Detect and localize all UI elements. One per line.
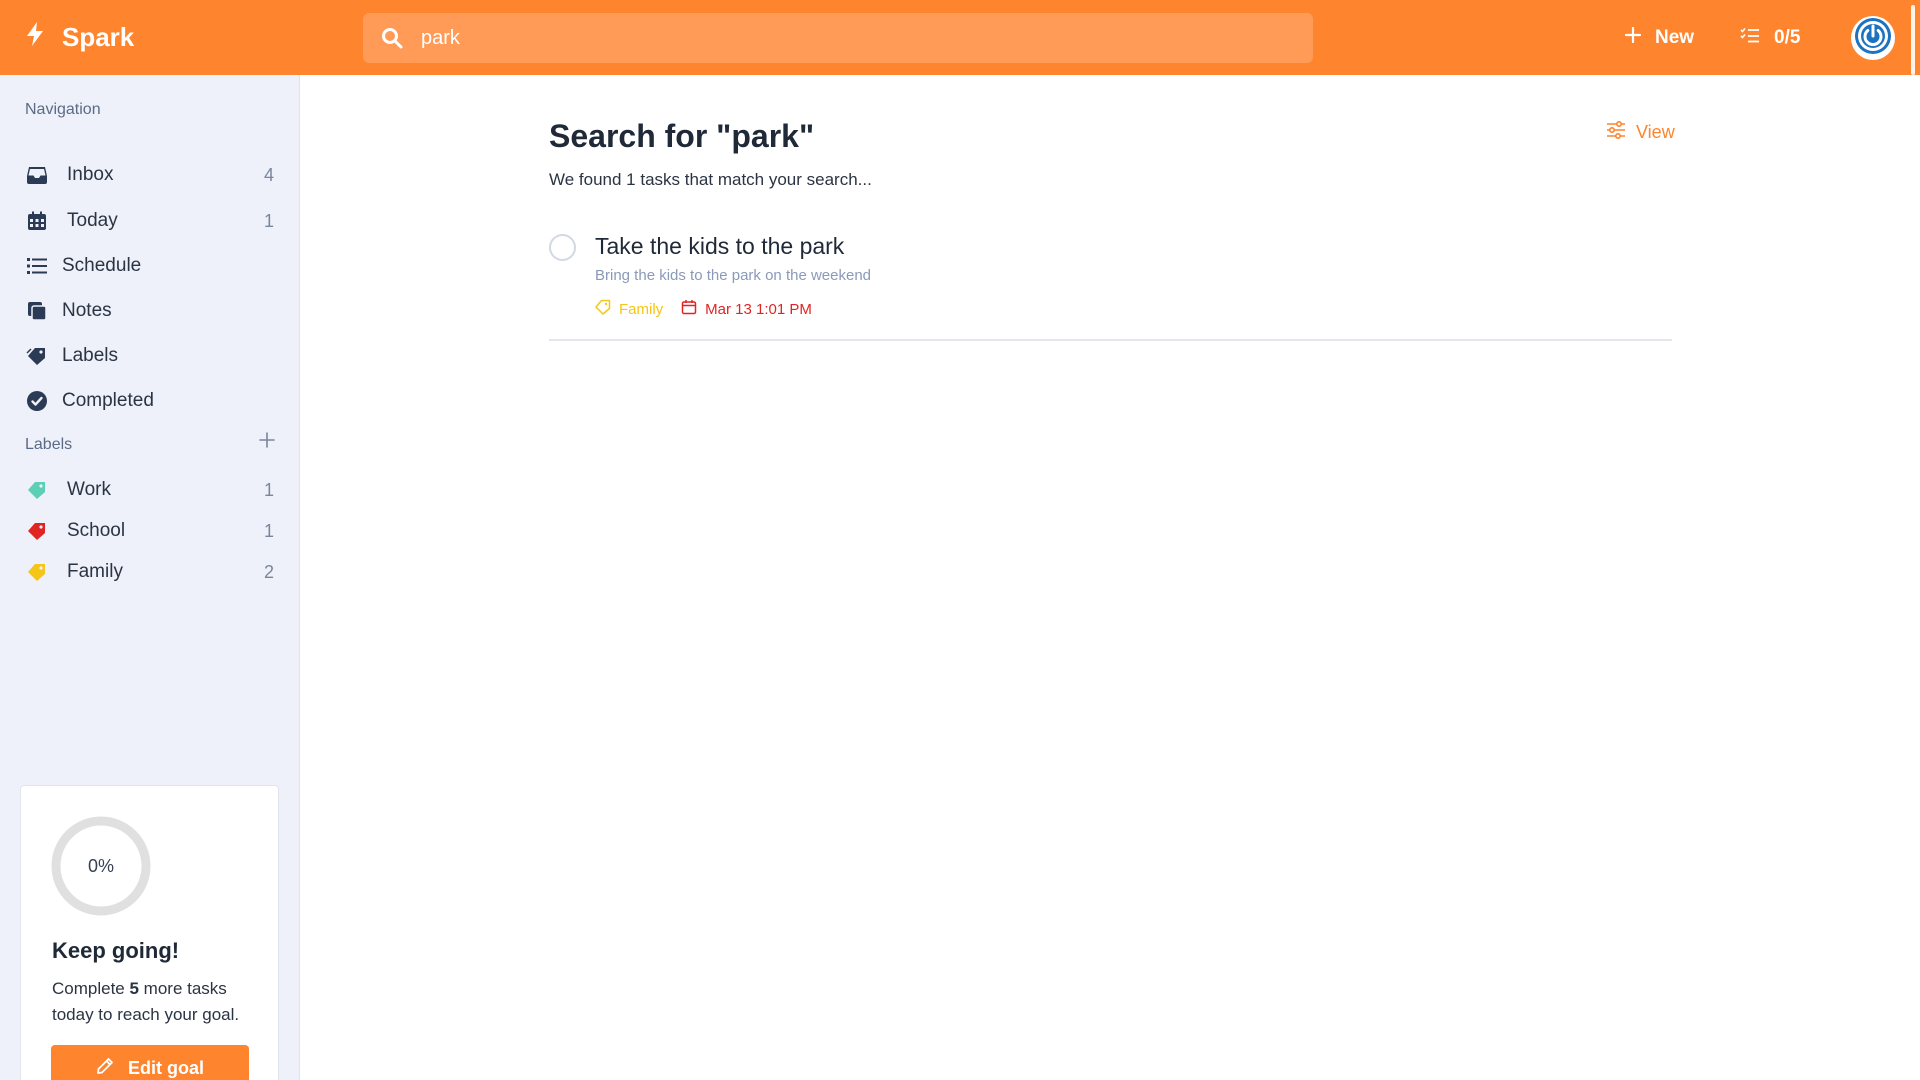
sidebar-item-count: 1 bbox=[263, 479, 274, 500]
search-result-summary: We found 1 tasks that match your search.… bbox=[549, 170, 872, 189]
sidebar-item-label: Labels bbox=[62, 345, 118, 366]
edit-goal-button[interactable]: Edit goal bbox=[51, 1045, 249, 1080]
goal-description: Complete 5 more tasks today to reach you… bbox=[52, 976, 267, 1028]
task-description: Bring the kids to the park on the weeken… bbox=[595, 267, 872, 284]
task-meta: Family Mar 13 1:01 PM bbox=[595, 299, 812, 319]
tags-icon bbox=[25, 344, 49, 368]
sidebar-label-work[interactable]: Work 1 bbox=[0, 470, 300, 510]
app-brand[interactable]: Spark bbox=[24, 0, 134, 75]
navigation-heading: Navigation bbox=[25, 101, 101, 118]
add-label-button[interactable] bbox=[256, 431, 278, 453]
sliders-icon bbox=[1606, 120, 1636, 144]
tag-icon bbox=[25, 519, 49, 543]
labels-heading: Labels bbox=[25, 436, 73, 453]
page-title: Search for "park" bbox=[549, 118, 815, 154]
pencil-icon bbox=[96, 1057, 128, 1080]
goal-title: Keep going! bbox=[52, 938, 180, 963]
sidebar-item-label: Family bbox=[67, 561, 123, 582]
calendar-outline-icon bbox=[681, 299, 705, 319]
plus-icon bbox=[259, 431, 275, 453]
sidebar-item-today[interactable]: Today 1 bbox=[0, 201, 300, 241]
calendar-icon bbox=[25, 209, 49, 233]
app-name: Spark bbox=[62, 22, 135, 52]
sidebar-item-label: Inbox bbox=[67, 164, 114, 185]
task-title[interactable]: Take the kids to the park bbox=[595, 233, 844, 260]
progress-count: 0/5 bbox=[1774, 26, 1801, 48]
lightning-icon bbox=[24, 21, 62, 54]
sidebar-item-label: Schedule bbox=[62, 255, 142, 276]
plus-icon bbox=[1624, 26, 1655, 49]
user-avatar[interactable] bbox=[1851, 16, 1895, 60]
search-icon bbox=[381, 27, 403, 49]
edit-goal-label: Edit goal bbox=[128, 1057, 204, 1078]
sidebar-item-label: Work bbox=[67, 479, 111, 500]
tasks-list-icon bbox=[1740, 27, 1774, 49]
check-circle-icon bbox=[25, 389, 49, 413]
task-item[interactable]: Take the kids to the park Bring the kids… bbox=[549, 225, 1672, 341]
goal-text-before: Complete bbox=[52, 979, 130, 998]
task-label-text: Family bbox=[619, 300, 664, 318]
goal-percent: 0% bbox=[87, 855, 114, 876]
sidebar-item-count: 1 bbox=[263, 520, 274, 541]
daily-goal-card: 0% Keep going! Complete 5 more tasks tod… bbox=[20, 785, 279, 1080]
sidebar-item-label: School bbox=[67, 520, 126, 541]
power-icon bbox=[1853, 16, 1893, 61]
sidebar-item-completed[interactable]: Completed bbox=[0, 381, 300, 421]
window-edge bbox=[1911, 5, 1915, 75]
search-input[interactable] bbox=[421, 26, 1281, 50]
task-due-text: Mar 13 1:01 PM bbox=[705, 300, 812, 318]
inbox-icon bbox=[25, 163, 49, 187]
sidebar-item-labels[interactable]: Labels bbox=[0, 336, 300, 376]
sidebar-item-count: 4 bbox=[263, 164, 274, 185]
sidebar-label-school[interactable]: School 1 bbox=[0, 511, 300, 551]
sidebar-label-family[interactable]: Family 2 bbox=[0, 552, 300, 592]
top-bar: Spark New 0/5 bbox=[0, 0, 1920, 75]
view-options-button[interactable]: View bbox=[1606, 120, 1675, 144]
sidebar-item-label: Notes bbox=[62, 300, 112, 321]
task-complete-checkbox[interactable] bbox=[549, 234, 576, 261]
daily-progress-button[interactable]: 0/5 bbox=[1740, 0, 1800, 75]
view-options-label: View bbox=[1636, 122, 1675, 142]
sidebar-item-label: Today bbox=[67, 210, 118, 231]
tag-icon bbox=[25, 560, 49, 584]
notes-icon bbox=[25, 299, 49, 323]
task-due-date[interactable]: Mar 13 1:01 PM bbox=[681, 299, 812, 319]
goal-remaining-count: 5 bbox=[129, 979, 139, 998]
sidebar-item-label: Completed bbox=[62, 390, 154, 411]
list-icon bbox=[25, 254, 49, 278]
sidebar-item-schedule[interactable]: Schedule bbox=[0, 246, 300, 286]
new-task-label: New bbox=[1655, 26, 1695, 48]
sidebar: Navigation Inbox 4 Today 1 Schedule Note… bbox=[0, 75, 300, 1080]
task-label-badge[interactable]: Family bbox=[595, 299, 663, 319]
new-task-button[interactable]: New bbox=[1624, 0, 1695, 75]
tag-icon bbox=[25, 478, 49, 502]
sidebar-item-inbox[interactable]: Inbox 4 bbox=[0, 155, 300, 195]
sidebar-item-count: 2 bbox=[263, 561, 274, 582]
search-bar bbox=[363, 13, 1313, 63]
sidebar-item-notes[interactable]: Notes bbox=[0, 291, 300, 331]
tag-outline-icon bbox=[595, 299, 619, 319]
sidebar-item-count: 1 bbox=[263, 210, 274, 231]
